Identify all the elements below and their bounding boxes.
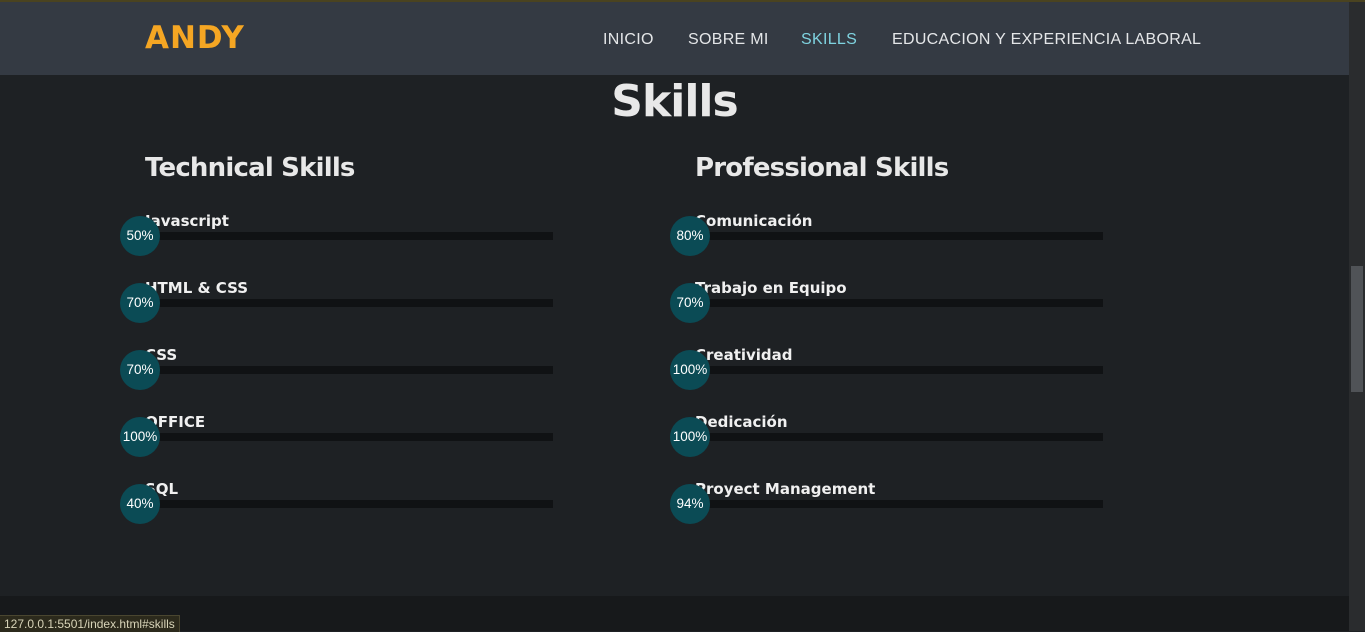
skill-percent-badge: 100% — [670, 350, 710, 390]
skill-progress-track — [695, 433, 1103, 441]
status-bar-url: 127.0.0.1:5501/index.html#skills — [0, 615, 180, 632]
skill-item: Creatividad 100% — [670, 346, 1110, 396]
brand-logo[interactable]: ANDY — [145, 20, 245, 56]
scrollbar-thumb[interactable] — [1351, 266, 1363, 392]
skill-progress-track — [145, 500, 553, 508]
nav-link-inicio[interactable]: INICIO — [603, 31, 654, 49]
skill-name: Comunicación — [695, 212, 813, 230]
skill-percent-badge: 70% — [670, 283, 710, 323]
skill-progress-fill — [695, 500, 1079, 508]
skill-item: HTML & CSS 70% — [120, 279, 560, 329]
skill-item: OFFICE 100% — [120, 413, 560, 463]
page-title: Skills — [611, 76, 738, 127]
skill-progress-fill — [695, 232, 1022, 240]
skill-percent-badge: 70% — [120, 350, 160, 390]
professional-skills-heading: Professional Skills — [695, 153, 949, 183]
skill-name: Trabajo en Equipo — [695, 279, 847, 297]
skill-item: SQL 40% — [120, 480, 560, 530]
skill-item: Trabajo en Equipo 70% — [670, 279, 1110, 329]
skill-progress-track — [145, 366, 553, 374]
skill-percent-badge: 80% — [670, 216, 710, 256]
nav-link-skills[interactable]: SKILLS — [801, 31, 857, 49]
navbar: ANDY INICIO SOBRE MI SKILLS EDUCACION Y … — [0, 2, 1349, 75]
skill-progress-fill — [695, 299, 981, 307]
nav-link-sobre-mi[interactable]: SOBRE MI — [688, 31, 769, 49]
skill-name: Proyect Management — [695, 480, 876, 498]
skill-progress-fill — [145, 433, 553, 441]
skill-progress-track — [145, 299, 553, 307]
skill-progress-fill — [145, 299, 431, 307]
skill-name: Creatividad — [695, 346, 793, 364]
skill-item: Comunicación 80% — [670, 212, 1110, 262]
nav-link-educacion[interactable]: EDUCACION Y EXPERIENCIA LABORAL — [892, 31, 1201, 49]
technical-skills-heading: Technical Skills — [145, 153, 355, 183]
skill-percent-badge: 94% — [670, 484, 710, 524]
skill-progress-fill — [145, 500, 309, 508]
skill-item: Proyect Management 94% — [670, 480, 1110, 530]
skill-progress-fill — [145, 366, 431, 374]
skill-progress-track — [695, 366, 1103, 374]
skill-name: Dedicación — [695, 413, 788, 431]
skill-progress-track — [145, 232, 553, 240]
skill-item: CSS 70% — [120, 346, 560, 396]
skill-progress-track — [695, 299, 1103, 307]
skill-progress-track — [145, 433, 553, 441]
skill-item: Dedicación 100% — [670, 413, 1110, 463]
skill-progress-track — [695, 500, 1103, 508]
skill-item: Javascript 50% — [120, 212, 560, 262]
skill-percent-badge: 40% — [120, 484, 160, 524]
skill-progress-track — [695, 232, 1103, 240]
skill-percent-badge: 100% — [670, 417, 710, 457]
skill-percent-badge: 100% — [120, 417, 160, 457]
footer — [0, 596, 1349, 631]
skill-name: HTML & CSS — [145, 279, 249, 297]
skill-progress-fill — [695, 433, 1103, 441]
skill-percent-badge: 70% — [120, 283, 160, 323]
skill-progress-fill — [145, 232, 349, 240]
skill-progress-fill — [695, 366, 1103, 374]
skill-percent-badge: 50% — [120, 216, 160, 256]
